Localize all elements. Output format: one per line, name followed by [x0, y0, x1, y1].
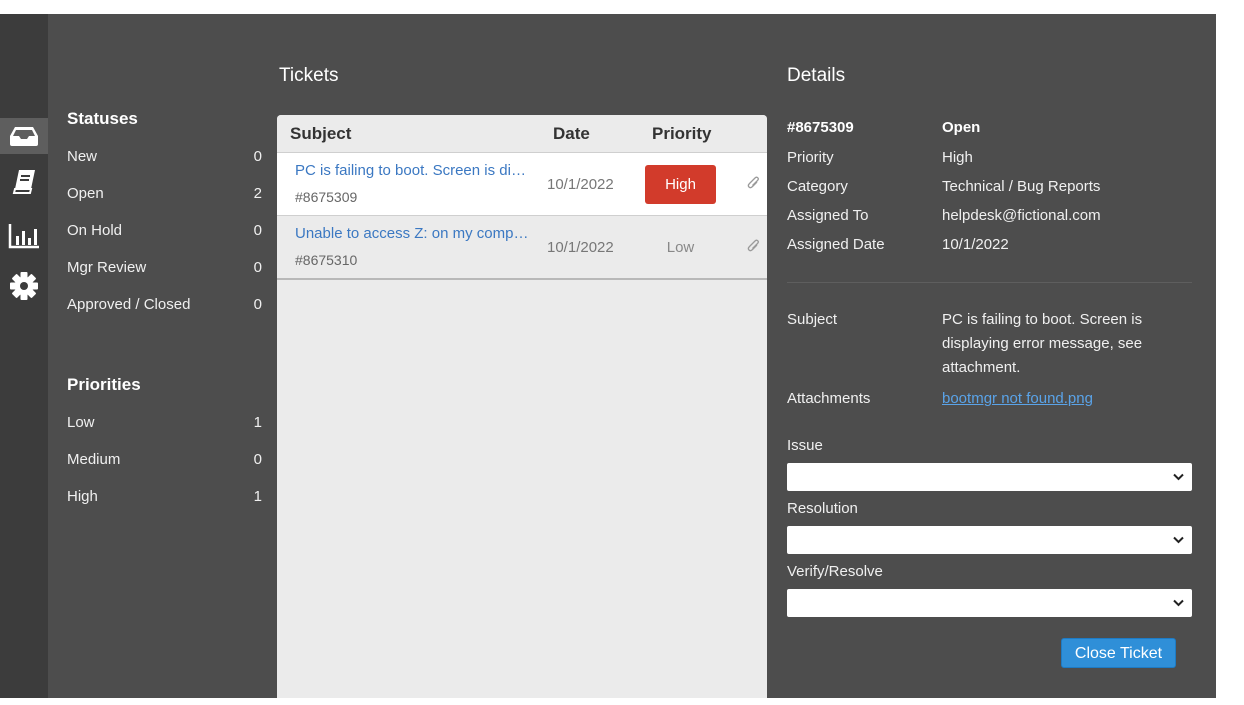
tickets-title: Tickets [279, 65, 339, 86]
resolution-label: Resolution [787, 500, 858, 517]
status-count: 0 [253, 222, 262, 239]
column-header-priority[interactable]: Priority [652, 124, 712, 144]
verify-resolve-label: Verify/Resolve [787, 563, 883, 580]
ticket-id: #8675310 [295, 252, 358, 268]
nav-book-button[interactable] [0, 164, 48, 200]
details-divider [787, 282, 1192, 283]
ticket-list-header: Subject Date Priority [277, 115, 767, 151]
status-label: Approved / Closed [67, 296, 191, 313]
ticket-subject[interactable]: PC is failing to boot. Screen is display… [295, 162, 529, 179]
priority-label: High [67, 488, 98, 505]
nav-rail [0, 14, 48, 698]
status-label: Mgr Review [67, 259, 147, 276]
priorities-title: Priorities [67, 375, 141, 394]
gear-icon [10, 272, 38, 300]
status-row-on-hold[interactable]: On Hold 0 [67, 222, 262, 242]
status-row-mgr-review[interactable]: Mgr Review 0 [67, 259, 262, 279]
priority-row-low[interactable]: Low 1 [67, 414, 262, 434]
status-row-new[interactable]: New 0 [67, 148, 262, 168]
detail-label: Assigned Date [787, 236, 885, 253]
verify-resolve-select[interactable] [787, 589, 1192, 617]
ticket-id: #8675309 [295, 189, 358, 205]
nav-settings-button[interactable] [0, 268, 48, 304]
status-count: 0 [253, 148, 262, 165]
detail-label: Priority [787, 149, 834, 166]
detail-value: helpdesk@fictional.com [942, 207, 1101, 224]
ticket-row[interactable]: PC is failing to boot. Screen is display… [277, 152, 767, 215]
ticket-list: Subject Date Priority PC is failing to b… [277, 115, 767, 698]
close-ticket-button[interactable]: Close Ticket [1061, 638, 1176, 668]
attachment-link[interactable]: bootmgr not found.png [942, 390, 1192, 407]
column-header-date[interactable]: Date [553, 124, 590, 144]
paperclip-icon [747, 239, 759, 252]
ticket-row[interactable]: Unable to access Z: on my computer #8675… [277, 215, 767, 280]
resolution-select[interactable] [787, 526, 1192, 554]
detail-label: Subject [787, 311, 838, 328]
chevron-down-icon [1173, 473, 1184, 481]
priority-count: 0 [253, 451, 262, 468]
priority-count: 1 [253, 488, 262, 505]
issue-label: Issue [787, 437, 823, 454]
priority-label: Low [67, 414, 95, 431]
detail-label: Attachments [787, 390, 871, 407]
issue-select[interactable] [787, 463, 1192, 491]
status-label: New [67, 148, 98, 165]
status-count: 2 [253, 185, 262, 202]
statuses-title: Statuses [67, 109, 138, 128]
ticket-priority-badge: High [645, 165, 716, 204]
column-header-subject[interactable]: Subject [290, 124, 351, 144]
priority-row-medium[interactable]: Medium 0 [67, 451, 262, 471]
paperclip-icon [747, 176, 759, 189]
detail-label: Category [787, 178, 848, 195]
helpdesk-app: Statuses New 0 Open 2 On Hold 0 Mgr Revi… [0, 14, 1216, 698]
bar-chart-icon [8, 224, 39, 249]
chevron-down-icon [1173, 536, 1184, 544]
detail-label: Assigned To [787, 207, 869, 224]
priority-row-high[interactable]: High 1 [67, 488, 262, 508]
ticket-priority-badge: Low [666, 239, 695, 256]
detail-value: Technical / Bug Reports [942, 178, 1101, 195]
inbox-icon [10, 127, 38, 146]
ticket-date: 10/1/2022 [547, 176, 614, 193]
ticket-number: #8675309 [787, 119, 854, 136]
ticket-date: 10/1/2022 [547, 239, 614, 256]
detail-value: High [942, 149, 973, 166]
subject-text: PC is failing to boot. Screen is display… [942, 311, 1143, 376]
book-icon [12, 170, 35, 194]
status-count: 0 [253, 259, 262, 276]
details-title: Details [787, 65, 846, 86]
chevron-down-icon [1173, 599, 1184, 607]
status-label: On Hold [67, 222, 123, 239]
ticket-subject[interactable]: Unable to access Z: on my computer [295, 225, 529, 242]
nav-inbox-button[interactable] [0, 118, 48, 154]
status-row-approved-closed[interactable]: Approved / Closed 0 [67, 296, 262, 316]
priority-label: Medium [67, 451, 121, 468]
status-row-open[interactable]: Open 2 [67, 185, 262, 205]
ticket-status: Open [942, 119, 981, 136]
detail-value: 10/1/2022 [942, 236, 1009, 253]
priority-count: 1 [253, 414, 262, 431]
nav-reports-button[interactable] [0, 218, 48, 254]
status-count: 0 [253, 296, 262, 313]
status-label: Open [67, 185, 104, 202]
